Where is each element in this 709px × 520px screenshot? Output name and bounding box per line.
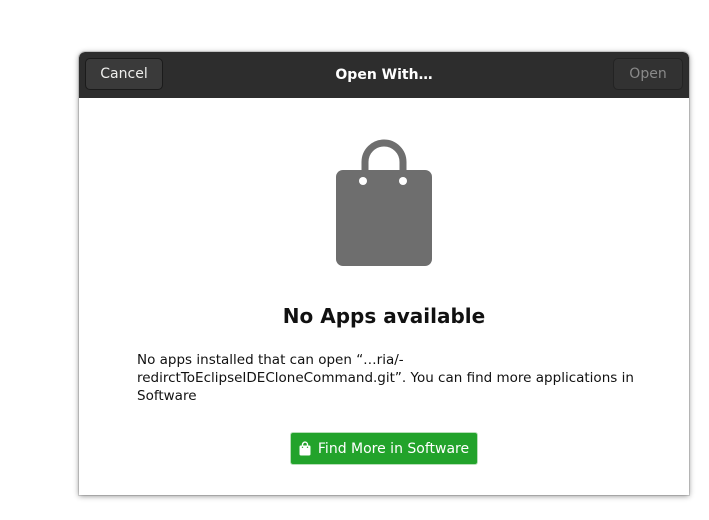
dialog-title: Open With… bbox=[335, 67, 433, 83]
shopping-bag-icon bbox=[336, 139, 432, 266]
open-button[interactable]: Open bbox=[613, 58, 683, 90]
shopping-bag-icon bbox=[299, 441, 311, 456]
dialog-header: Cancel Open With… Open bbox=[79, 52, 689, 98]
no-apps-heading: No Apps available bbox=[282, 304, 486, 328]
find-more-in-software-button[interactable]: Find More in Software bbox=[290, 432, 478, 465]
no-apps-message: No apps installed that can open “…ria/-r… bbox=[137, 352, 634, 404]
open-with-dialog: Cancel Open With… Open No Apps available… bbox=[79, 52, 689, 495]
find-more-label: Find More in Software bbox=[317, 440, 470, 457]
